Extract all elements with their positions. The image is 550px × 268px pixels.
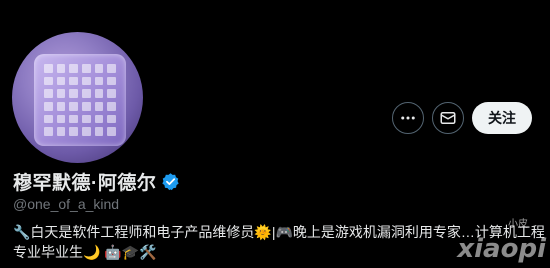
follow-button[interactable]: 关注 bbox=[472, 102, 532, 134]
more-button[interactable] bbox=[392, 102, 424, 134]
envelope-icon bbox=[440, 112, 456, 124]
name-row: 穆罕默德·阿德尔 bbox=[13, 168, 180, 195]
handle: @one_of_a_kind bbox=[13, 196, 120, 212]
message-button[interactable] bbox=[432, 102, 464, 134]
avatar[interactable] bbox=[10, 30, 145, 165]
profile-header: 关注 穆罕默德·阿德尔 @one_of_a_kind 🔧白天是软件工程师和电子产… bbox=[0, 0, 550, 268]
more-dots-icon bbox=[401, 116, 415, 120]
avatar-image bbox=[12, 32, 143, 163]
watermark-small: 小皮 bbox=[508, 219, 528, 230]
chip-icon bbox=[34, 54, 126, 146]
watermark-logo: xiaopi bbox=[457, 234, 546, 264]
verified-badge-icon[interactable] bbox=[161, 172, 180, 191]
profile-actions: 关注 bbox=[392, 102, 532, 134]
display-name: 穆罕默德·阿德尔 bbox=[13, 173, 157, 194]
